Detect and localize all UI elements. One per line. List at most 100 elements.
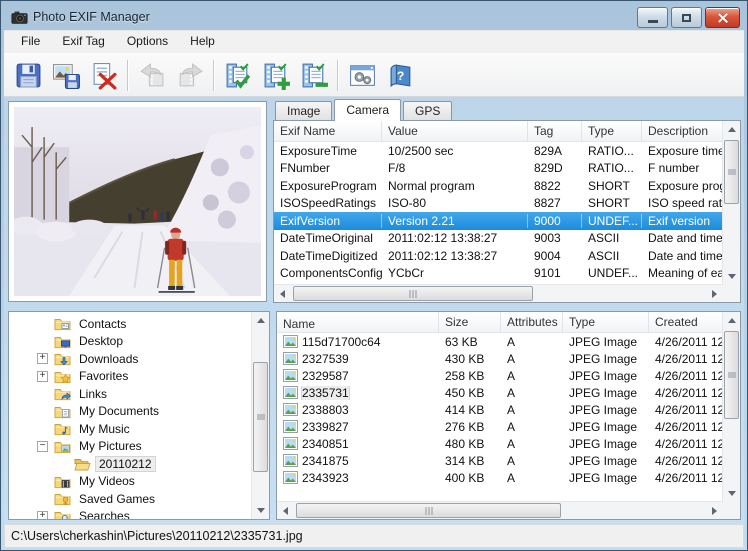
scroll-down-button[interactable] <box>723 485 740 502</box>
tree-item-favorites[interactable]: +Favorites <box>9 368 252 386</box>
add-exif-tag-button[interactable] <box>257 57 295 93</box>
tree-item-my-videos[interactable]: My Videos <box>9 473 252 491</box>
pictures-icon <box>54 439 71 454</box>
tree-item-20110212[interactable]: 20110212 <box>9 455 252 473</box>
exif-row[interactable]: ExposureProgramNormal program8822SHORTEx… <box>274 177 740 195</box>
folder-tree-panel: ContactsDesktop+Downloads+FavoritesLinks… <box>8 311 270 520</box>
file-row[interactable]: 2340851480 KBAJPEG Image4/26/2011 12: <box>277 435 740 452</box>
file-row[interactable]: 2338803414 KBAJPEG Image4/26/2011 12: <box>277 401 740 418</box>
file-row-selected[interactable]: 2335731450 KBAJPEG Image4/26/2011 12: <box>277 384 740 401</box>
exif-row-selected[interactable]: ExifVersionVersion 2.219000UNDEF...Exif … <box>274 212 740 230</box>
exif-table-header[interactable]: Exif NameValueTagTypeDescription <box>274 121 740 142</box>
column-header-value[interactable]: Value <box>382 121 528 141</box>
file-table-header[interactable]: NameSizeAttributesTypeCreated <box>277 312 740 333</box>
files-vertical-scrollbar[interactable] <box>722 312 740 502</box>
column-header-name[interactable]: Name <box>277 312 439 332</box>
menu-file[interactable]: File <box>10 31 51 53</box>
file-row[interactable]: 115d71700c6463 KBAJPEG Image4/26/2011 12… <box>277 333 740 350</box>
file-row[interactable]: 2329587258 KBAJPEG Image4/26/2011 12: <box>277 367 740 384</box>
help-icon: ? <box>386 61 415 90</box>
column-header-attributes[interactable]: Attributes <box>501 312 563 332</box>
image-file-icon <box>283 420 298 433</box>
exif-row[interactable]: DateTimeDigitized2011:02:12 13:38:279004… <box>274 247 740 265</box>
cell: A <box>501 352 563 366</box>
tab-image[interactable]: Image <box>275 101 332 120</box>
cell: ExifVersion <box>274 214 382 228</box>
exif-row[interactable]: ExposureTime10/2500 sec829ARATIO...Expos… <box>274 142 740 160</box>
file-row[interactable]: 2327539430 KBAJPEG Image4/26/2011 12: <box>277 350 740 367</box>
cell: UNDEF... <box>582 214 642 228</box>
tree-item-my-pictures[interactable]: −My Pictures <box>9 438 252 456</box>
previous-photo-button <box>133 57 171 93</box>
tree-item-links[interactable]: Links <box>9 385 252 403</box>
toolbar-separator <box>213 60 215 91</box>
scrollbar-thumb[interactable] <box>293 286 533 301</box>
cell: RATIO... <box>582 144 642 158</box>
cell: A <box>501 386 563 400</box>
scroll-left-button[interactable] <box>274 285 291 302</box>
cell: 258 KB <box>439 369 501 383</box>
close-button[interactable] <box>705 7 740 28</box>
tree-item-contacts[interactable]: Contacts <box>9 315 252 333</box>
tree-item-my-documents[interactable]: My Documents <box>9 403 252 421</box>
help-button[interactable]: ? <box>381 57 419 93</box>
scroll-up-button[interactable] <box>723 121 740 138</box>
tree-item-searches[interactable]: +Searches <box>9 508 252 520</box>
column-header-type[interactable]: Type <box>582 121 642 141</box>
collapse-icon[interactable]: − <box>37 441 48 452</box>
scrollbar-thumb[interactable] <box>253 362 268 472</box>
expand-icon[interactable]: + <box>37 371 48 382</box>
scroll-left-button[interactable] <box>277 502 294 519</box>
delete-exif-button[interactable] <box>85 57 123 93</box>
tree-vertical-scrollbar[interactable] <box>251 312 269 519</box>
cell: A <box>501 437 563 451</box>
exif-vertical-scrollbar[interactable] <box>722 121 740 285</box>
scroll-right-button[interactable] <box>706 285 723 302</box>
expand-icon[interactable]: + <box>37 511 48 519</box>
scroll-up-button[interactable] <box>252 312 269 329</box>
cell: JPEG Image <box>563 352 649 366</box>
expand-icon[interactable]: + <box>37 353 48 364</box>
save-exif-button[interactable] <box>9 57 47 93</box>
column-header-tag[interactable]: Tag <box>528 121 582 141</box>
file-row[interactable]: 2339827276 KBAJPEG Image4/26/2011 12: <box>277 418 740 435</box>
menu-exif-tag[interactable]: Exif Tag <box>51 31 115 53</box>
exif-horizontal-scrollbar[interactable] <box>274 284 723 302</box>
tree-item-downloads[interactable]: +Downloads <box>9 350 252 368</box>
prev-photo-icon <box>138 61 167 90</box>
menu-help[interactable]: Help <box>179 31 226 53</box>
minimize-button[interactable] <box>637 7 668 28</box>
exif-row[interactable]: DateTimeOriginal2011:02:12 13:38:279003A… <box>274 230 740 248</box>
tree-item-desktop[interactable]: Desktop <box>9 333 252 351</box>
column-header-exif-name[interactable]: Exif Name <box>274 121 382 141</box>
exif-row[interactable]: FNumberF/8829DRATIO...F number <box>274 160 740 178</box>
tab-gps[interactable]: GPS <box>403 101 452 120</box>
save-image-button[interactable] <box>47 57 85 93</box>
cell: ComponentsConfig... <box>274 266 382 280</box>
file-row[interactable]: 2343923400 KBAJPEG Image4/26/2011 12: <box>277 469 740 486</box>
exif-row[interactable]: ISOSpeedRatingsISO-808827SHORTISO speed … <box>274 195 740 213</box>
scroll-up-button[interactable] <box>723 312 740 329</box>
verify-exif-button[interactable] <box>219 57 257 93</box>
column-header-type[interactable]: Type <box>563 312 649 332</box>
scrollbar-thumb[interactable] <box>724 331 739 419</box>
file-row[interactable]: 2341875314 KBAJPEG Image4/26/2011 12: <box>277 452 740 469</box>
maximize-button[interactable] <box>671 7 702 28</box>
options-button[interactable] <box>343 57 381 93</box>
menu-options[interactable]: Options <box>116 31 179 53</box>
scroll-down-button[interactable] <box>723 268 740 285</box>
photo-preview[interactable] <box>14 107 261 296</box>
exif-row[interactable]: ComponentsConfig...YCbCr9101UNDEF...Mean… <box>274 265 740 283</box>
tab-camera[interactable]: Camera <box>334 99 401 121</box>
scroll-down-button[interactable] <box>252 502 269 519</box>
title-bar[interactable]: Photo EXIF Manager <box>4 4 744 30</box>
status-file-path: C:\Users\cherkashin\Pictures\20110212\23… <box>11 529 303 543</box>
scroll-right-button[interactable] <box>706 502 723 519</box>
tree-item-my-music[interactable]: My Music <box>9 420 252 438</box>
remove-exif-tag-button[interactable] <box>295 57 333 93</box>
column-header-size[interactable]: Size <box>439 312 501 332</box>
scrollbar-thumb[interactable] <box>296 503 561 518</box>
tree-item-saved-games[interactable]: Saved Games <box>9 490 252 508</box>
scrollbar-thumb[interactable] <box>724 140 739 204</box>
files-horizontal-scrollbar[interactable] <box>277 501 723 519</box>
